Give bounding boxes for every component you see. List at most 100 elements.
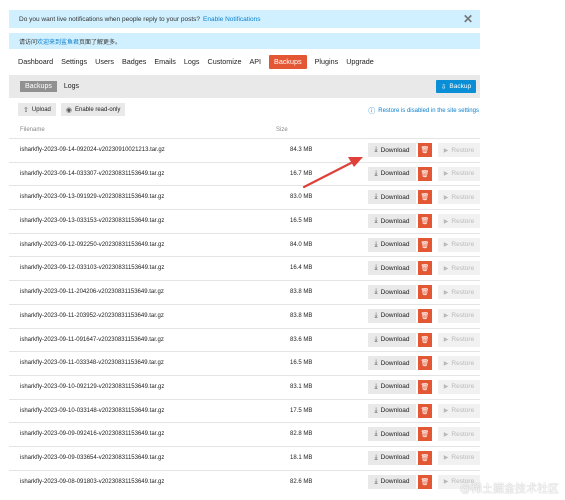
nav-item-dashboard[interactable]: Dashboard [18,55,53,69]
restore-button[interactable]: ▶ Restore [438,308,480,323]
backup-filename: isharkfly-2023-09-14-092024-v20230910021… [20,147,165,153]
backup-filename: isharkfly-2023-09-11-204206-v20230831153… [20,289,164,296]
download-button[interactable]: ⤓ Download [368,308,416,323]
download-icon: ⤓ [374,311,378,319]
download-button[interactable]: ⤓ Download [368,166,416,181]
nav-item-settings[interactable]: Settings [61,55,87,69]
backup-size: 18.1 MB [290,454,313,461]
trash-icon: 🗑 [420,170,430,178]
restore-label: Restore [451,312,475,320]
download-icon: ⤓ [374,453,378,461]
download-button[interactable]: ⤓ Download [368,261,416,276]
restore-label: Restore [451,146,475,154]
table-row: isharkfly-2023-09-11-203952-v20230831153… [9,303,480,328]
download-button[interactable]: ⤓ Download [368,285,416,300]
restore-button[interactable]: ▶ Restore [438,261,480,276]
trash-icon: 🗑 [420,360,430,368]
table-row: isharkfly-2023-09-12-033103-v20230831153… [9,256,480,280]
delete-button[interactable]: 🗑 [418,427,432,442]
download-icon: ⤓ [374,382,378,390]
download-icon: ⤓ [374,288,378,296]
play-icon: ▶ [443,218,449,225]
download-button[interactable]: ⤓ Download [368,427,416,442]
backup-size: 16.7 MB [290,170,313,177]
download-button[interactable]: ⤓ Download [368,332,416,347]
restore-button[interactable]: ▶ Restore [438,403,480,418]
enable-notifications-link[interactable]: Enable Notifications [203,16,260,23]
nav-item-customize[interactable]: Customize [208,55,242,69]
subtab-logs[interactable]: Logs [59,81,84,92]
download-button[interactable]: ⤓ Download [368,450,416,465]
restore-button[interactable]: ▶ Restore [438,379,480,394]
restore-button[interactable]: ▶ Restore [438,166,480,181]
download-button[interactable]: ⤓ Download [368,214,416,229]
backup-filename: isharkfly-2023-09-13-091929-v20230831153… [20,194,165,201]
delete-button[interactable]: 🗑 [418,308,432,323]
nav-item-emails[interactable]: Emails [154,55,176,69]
delete-button[interactable]: 🗑 [418,285,432,300]
delete-button[interactable]: 🗑 [418,237,432,252]
backup-button[interactable]: ⇩ Backup [436,80,476,93]
delete-button[interactable]: 🗑 [418,332,432,347]
restore-button[interactable]: ▶ Restore [438,143,480,157]
delete-button[interactable]: 🗑 [418,143,432,157]
delete-button[interactable]: 🗑 [418,166,432,181]
trash-icon: 🗑 [420,312,430,320]
delete-button[interactable]: 🗑 [418,356,432,371]
restore-button[interactable]: ▶ Restore [438,427,480,442]
table-row: isharkfly-2023-09-09-092416-v20230831153… [9,422,480,446]
restore-button[interactable]: ▶ Restore [438,190,480,205]
play-icon: ▶ [443,194,449,201]
download-button[interactable]: ⤓ Download [368,356,416,371]
download-button[interactable]: ⤓ Download [368,190,416,205]
restore-button[interactable]: ▶ Restore [438,214,480,229]
restore-button[interactable]: ▶ Restore [438,450,480,465]
nav-item-users[interactable]: Users [95,55,114,69]
backup-button-label: Backup [449,83,472,90]
download-label: Download [380,288,410,296]
nav-item-upgrade[interactable]: Upgrade [346,55,374,69]
delete-button[interactable]: 🗑 [418,450,432,465]
welcome-link[interactable]: 欢迎来到鲨鱼君 [37,37,79,46]
delete-button[interactable]: 🗑 [418,379,432,394]
nav-item-api[interactable]: API [249,55,261,69]
backup-filename: isharkfly-2023-09-12-092250-v20230831153… [20,241,165,248]
download-button[interactable]: ⤓ Download [368,474,416,489]
upload-button[interactable]: ⇧ Upload [18,103,56,116]
download-button[interactable]: ⤓ Download [368,379,416,394]
nav-item-badges[interactable]: Badges [122,55,146,69]
restore-label: Restore [451,430,475,438]
backup-icon: ⇩ [440,83,447,91]
eye-icon: ◉ [65,106,72,114]
restore-label: Restore [451,193,475,201]
delete-button[interactable]: 🗑 [418,403,432,418]
restore-button[interactable]: ▶ Restore [438,237,480,252]
restore-button[interactable]: ▶ Restore [438,356,480,371]
restore-label: Restore [451,454,475,462]
delete-button[interactable]: 🗑 [418,261,432,276]
restore-label: Restore [451,336,475,343]
table-row: isharkfly-2023-09-11-091647-v20230831153… [9,327,480,352]
download-label: Download [380,217,410,225]
delete-button[interactable]: 🗑 [418,214,432,229]
nav-item-plugins[interactable]: Plugins [315,55,339,69]
restore-button[interactable]: ▶ Restore [438,285,480,300]
backup-size: 84.0 MB [290,241,313,248]
nav-item-backups[interactable]: Backups [269,55,307,69]
restore-note-text: Restore is disabled in the site settings [378,108,479,114]
restore-button[interactable]: ▶ Restore [438,332,480,347]
nav-item-logs[interactable]: Logs [184,55,200,69]
play-icon: ▶ [443,147,449,154]
download-button[interactable]: ⤓ Download [368,237,416,252]
delete-button[interactable]: 🗑 [418,190,432,205]
subtab-backups[interactable]: Backups [20,81,57,92]
download-label: Download [380,170,410,178]
restore-label: Restore [451,217,475,225]
table-row: isharkfly-2023-09-14-092024-v20230910021… [9,138,480,162]
download-button[interactable]: ⤓ Download [368,143,416,157]
restore-label: Restore [451,288,475,296]
close-icon[interactable]: ✕ [463,12,473,26]
enable-read-only-button[interactable]: ◉ Enable read-only [60,103,126,116]
delete-button[interactable]: 🗑 [418,474,432,489]
download-button[interactable]: ⤓ Download [368,403,416,418]
